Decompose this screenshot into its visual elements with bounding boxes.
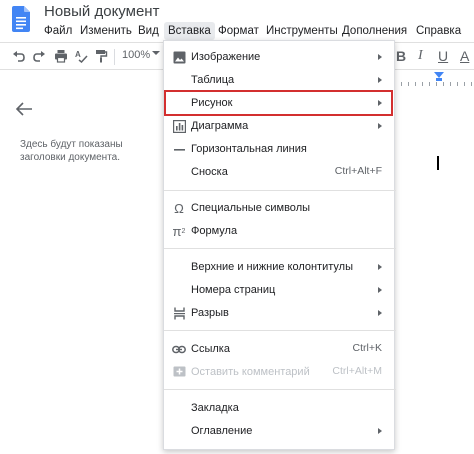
print-icon[interactable] bbox=[52, 47, 70, 65]
svg-text:A: A bbox=[75, 50, 81, 59]
menu-item-label: Оставить комментарий bbox=[191, 366, 310, 378]
bold-button[interactable]: B bbox=[396, 48, 406, 66]
menu-item-bookmark[interactable]: Закладка bbox=[164, 397, 396, 419]
underline-button[interactable]: U bbox=[438, 48, 448, 66]
spellcheck-icon[interactable]: A bbox=[72, 47, 90, 65]
google-docs-window: Новый документ Файл Изменить Вид Вставка… bbox=[0, 0, 474, 454]
chevron-right-icon bbox=[378, 54, 382, 60]
menu-item-label: Разрыв bbox=[191, 307, 229, 319]
omega-icon: Ω bbox=[174, 200, 184, 216]
menu-divider bbox=[164, 330, 396, 331]
menu-item-shortcut: Ctrl+K bbox=[352, 342, 382, 354]
chevron-right-icon bbox=[378, 123, 382, 129]
menu-item-table[interactable]: Таблица bbox=[164, 69, 396, 91]
chevron-down-icon[interactable] bbox=[152, 51, 160, 55]
menu-item-label: Формула bbox=[191, 225, 238, 237]
menu-item-special-characters[interactable]: Ω Специальные символы bbox=[164, 197, 396, 219]
undo-icon[interactable] bbox=[10, 47, 28, 65]
image-icon bbox=[172, 49, 186, 65]
highlight-box bbox=[164, 90, 393, 116]
menu-item-label: Горизонтальная линия bbox=[191, 143, 307, 155]
menu-view[interactable]: Вид bbox=[134, 22, 163, 40]
chevron-right-icon bbox=[378, 287, 382, 293]
ruler-first-line-marker[interactable] bbox=[436, 78, 442, 81]
chevron-right-icon bbox=[378, 428, 382, 434]
add-comment-icon bbox=[172, 364, 186, 380]
text-cursor bbox=[437, 156, 439, 170]
paint-format-icon[interactable] bbox=[92, 47, 110, 65]
chevron-right-icon bbox=[378, 264, 382, 270]
redo-icon[interactable] bbox=[30, 47, 48, 65]
ruler bbox=[394, 82, 474, 86]
chevron-right-icon bbox=[378, 310, 382, 316]
menu-item-label: Ссылка bbox=[191, 343, 230, 355]
menu-item-shortcut: Ctrl+Alt+M bbox=[332, 365, 382, 377]
horizontal-line-icon bbox=[172, 141, 186, 157]
menu-item-break[interactable]: Разрыв bbox=[164, 302, 396, 324]
menu-item-shortcut: Ctrl+Alt+F bbox=[334, 165, 382, 177]
menu-divider bbox=[164, 190, 396, 191]
link-icon bbox=[172, 341, 186, 357]
menu-insert[interactable]: Вставка bbox=[164, 22, 215, 40]
menu-item-label: Сноска bbox=[191, 166, 228, 178]
menu-item-page-numbers[interactable]: Номера страниц bbox=[164, 279, 396, 301]
menu-item-label: Верхние и нижние колонтитулы bbox=[191, 261, 353, 273]
chart-icon bbox=[172, 118, 186, 134]
menu-item-label: Специальные символы bbox=[191, 202, 311, 214]
menu-divider bbox=[164, 389, 396, 390]
menu-help[interactable]: Справка bbox=[412, 22, 465, 40]
menu-file[interactable]: Файл bbox=[40, 22, 76, 40]
menu-item-label: Таблица bbox=[191, 74, 235, 86]
menu-item-headers-footers[interactable]: Верхние и нижние колонтитулы bbox=[164, 256, 396, 278]
menu-item-label: Изображение bbox=[191, 51, 261, 63]
menu-divider bbox=[164, 248, 396, 249]
menu-item-footnote[interactable]: Сноска Ctrl+Alt+F bbox=[164, 161, 396, 183]
pi-icon: π2 bbox=[172, 223, 186, 239]
italic-button[interactable]: I bbox=[418, 48, 423, 66]
menu-item-image[interactable]: Изображение bbox=[164, 46, 396, 68]
menu-item-label: Номера страниц bbox=[191, 284, 276, 296]
menu-item-link[interactable]: Ссылка Ctrl+K bbox=[164, 338, 396, 360]
menu-item-table-of-contents[interactable]: Оглавление bbox=[164, 420, 396, 442]
menu-addons[interactable]: Дополнения bbox=[338, 22, 411, 40]
text-color-button[interactable]: A bbox=[460, 48, 469, 66]
toolbar-divider bbox=[114, 49, 115, 65]
outline-placeholder: Здесь будут показаны заголовки документа… bbox=[20, 139, 123, 163]
arrow-back-icon[interactable] bbox=[14, 100, 34, 118]
menu-edit[interactable]: Изменить bbox=[76, 22, 136, 40]
menu-item-horizontal-line[interactable]: Горизонтальная линия bbox=[164, 138, 396, 160]
menu-item-equation[interactable]: π2 Формула bbox=[164, 220, 396, 242]
menu-item-label: Оглавление bbox=[191, 425, 253, 437]
menu-bar: Файл Изменить Вид Вставка Формат Инструм… bbox=[0, 22, 474, 40]
page-break-icon bbox=[172, 305, 186, 321]
zoom-select[interactable]: 100% bbox=[122, 49, 150, 61]
menu-item-label: Диаграмма bbox=[191, 120, 249, 132]
menu-format[interactable]: Формат bbox=[214, 22, 263, 40]
menu-tools[interactable]: Инструменты bbox=[262, 22, 342, 40]
menu-item-label: Закладка bbox=[191, 402, 239, 414]
document-title[interactable]: Новый документ bbox=[44, 3, 159, 20]
menu-item-chart[interactable]: Диаграмма bbox=[164, 115, 396, 137]
chevron-right-icon bbox=[378, 77, 382, 83]
menu-item-add-comment: Оставить комментарий Ctrl+Alt+M bbox=[164, 361, 396, 383]
